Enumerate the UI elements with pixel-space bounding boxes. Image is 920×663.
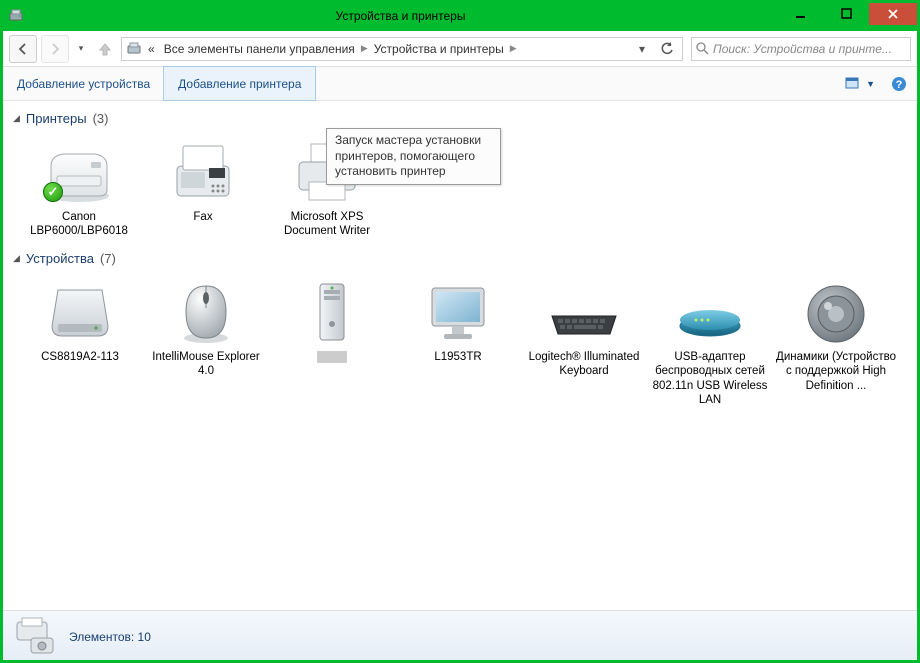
device-label: Canon LBP6000/LBP6018 <box>19 210 139 239</box>
refresh-button[interactable] <box>656 38 678 60</box>
devices-items: CS8819A2-113 IntelliMouse Explorer 4.0 <box>11 270 909 414</box>
group-count: (3) <box>93 111 109 126</box>
devices-icon <box>126 41 142 57</box>
back-button[interactable] <box>9 35 37 63</box>
device-label <box>317 350 347 364</box>
device-item[interactable]: L1953TR <box>395 270 521 414</box>
group-header-printers[interactable]: ◢ Принтеры (3) <box>11 105 909 130</box>
speaker-icon <box>796 276 876 348</box>
fax-icon <box>163 136 243 208</box>
search-placeholder: Поиск: Устройства и принте... <box>713 42 892 56</box>
navigation-bar: ▾ « Все элементы панели управления ▶ Уст… <box>3 31 917 67</box>
group-header-devices[interactable]: ◢ Устройства (7) <box>11 245 909 270</box>
device-item[interactable]: IntelliMouse Explorer 4.0 <box>143 270 269 414</box>
computer-tower-icon <box>292 276 372 348</box>
client-area: ▾ « Все элементы панели управления ▶ Уст… <box>2 30 918 661</box>
window-buttons <box>777 3 917 25</box>
device-item[interactable]: Logitech® Illuminated Keyboard <box>521 270 647 414</box>
group-title: Устройства <box>26 251 94 266</box>
titlebar: Устройства и принтеры <box>2 2 918 30</box>
overflow-chevron-icon[interactable]: « <box>145 42 158 56</box>
group-title: Принтеры <box>26 111 87 126</box>
device-label: IntelliMouse Explorer 4.0 <box>145 350 267 379</box>
status-count: 10 <box>138 630 151 644</box>
view-options-button[interactable]: ▼ <box>839 67 881 100</box>
monitor-icon <box>418 276 498 348</box>
device-label: L1953TR <box>434 350 481 364</box>
tooltip-text: Запуск мастера установки принтеров, помо… <box>335 133 481 178</box>
svg-text:?: ? <box>896 79 903 91</box>
window-title: Устройства и принтеры <box>24 9 777 23</box>
up-button[interactable] <box>93 37 117 61</box>
window-frame: Устройства и принтеры ▾ « Вс <box>0 0 920 663</box>
device-item[interactable]: Fax <box>141 130 265 245</box>
chevron-right-icon[interactable]: ▶ <box>510 43 517 54</box>
group-count: (7) <box>100 251 116 266</box>
keyboard-icon <box>544 276 624 348</box>
redacted-label <box>317 351 347 363</box>
status-text: Элементов: 10 <box>69 628 151 644</box>
device-label: Logitech® Illuminated Keyboard <box>523 350 645 379</box>
device-item[interactable]: Динамики (Устройство с поддержкой High D… <box>773 270 899 414</box>
help-button[interactable]: ? <box>881 67 917 100</box>
printer-laser-icon: ✓ <box>39 136 119 208</box>
address-bar[interactable]: « Все элементы панели управления ▶ Устро… <box>121 37 683 61</box>
device-label: Microsoft XPS Document Writer <box>267 210 387 239</box>
collapse-icon[interactable]: ◢ <box>13 253 20 264</box>
device-label: Fax <box>193 210 212 224</box>
device-item[interactable]: CS8819A2-113 <box>17 270 143 414</box>
close-button[interactable] <box>869 3 917 25</box>
device-item[interactable]: USB-адаптер беспроводных сетей 802.11n U… <box>647 270 773 414</box>
tooltip: Запуск мастера установки принтеров, помо… <box>326 128 501 185</box>
search-box[interactable]: Поиск: Устройства и принте... <box>691 37 911 61</box>
device-label: USB-адаптер беспроводных сетей 802.11n U… <box>649 350 771 408</box>
drive-icon <box>40 276 120 348</box>
search-icon <box>696 42 709 55</box>
minimize-button[interactable] <box>777 3 823 25</box>
status-thumbnail-icon <box>13 616 57 656</box>
address-dropdown[interactable]: ▾ <box>631 38 653 60</box>
device-item[interactable]: ✓ Canon LBP6000/LBP6018 <box>17 130 141 245</box>
add-device-button[interactable]: Добавление устройства <box>3 67 164 100</box>
device-item[interactable] <box>269 270 395 414</box>
breadcrumb-parent[interactable]: Все элементы панели управления <box>161 42 358 56</box>
maximize-button[interactable] <box>823 3 869 25</box>
breadcrumb-current[interactable]: Устройства и принтеры <box>371 42 507 56</box>
history-dropdown[interactable]: ▾ <box>73 43 89 54</box>
collapse-icon[interactable]: ◢ <box>13 113 20 124</box>
device-label: Динамики (Устройство с поддержкой High D… <box>775 350 897 393</box>
forward-button[interactable] <box>41 35 69 63</box>
mouse-icon <box>166 276 246 348</box>
window-icon <box>8 8 24 24</box>
device-label: CS8819A2-113 <box>41 350 119 364</box>
default-check-icon: ✓ <box>43 182 63 202</box>
router-icon <box>670 276 750 348</box>
command-bar: Добавление устройства Добавление принтер… <box>3 67 917 101</box>
details-pane: Элементов: 10 <box>3 610 917 660</box>
add-printer-button[interactable]: Добавление принтера <box>163 66 316 101</box>
chevron-right-icon[interactable]: ▶ <box>361 43 368 54</box>
status-label: Элементов: <box>69 630 134 644</box>
